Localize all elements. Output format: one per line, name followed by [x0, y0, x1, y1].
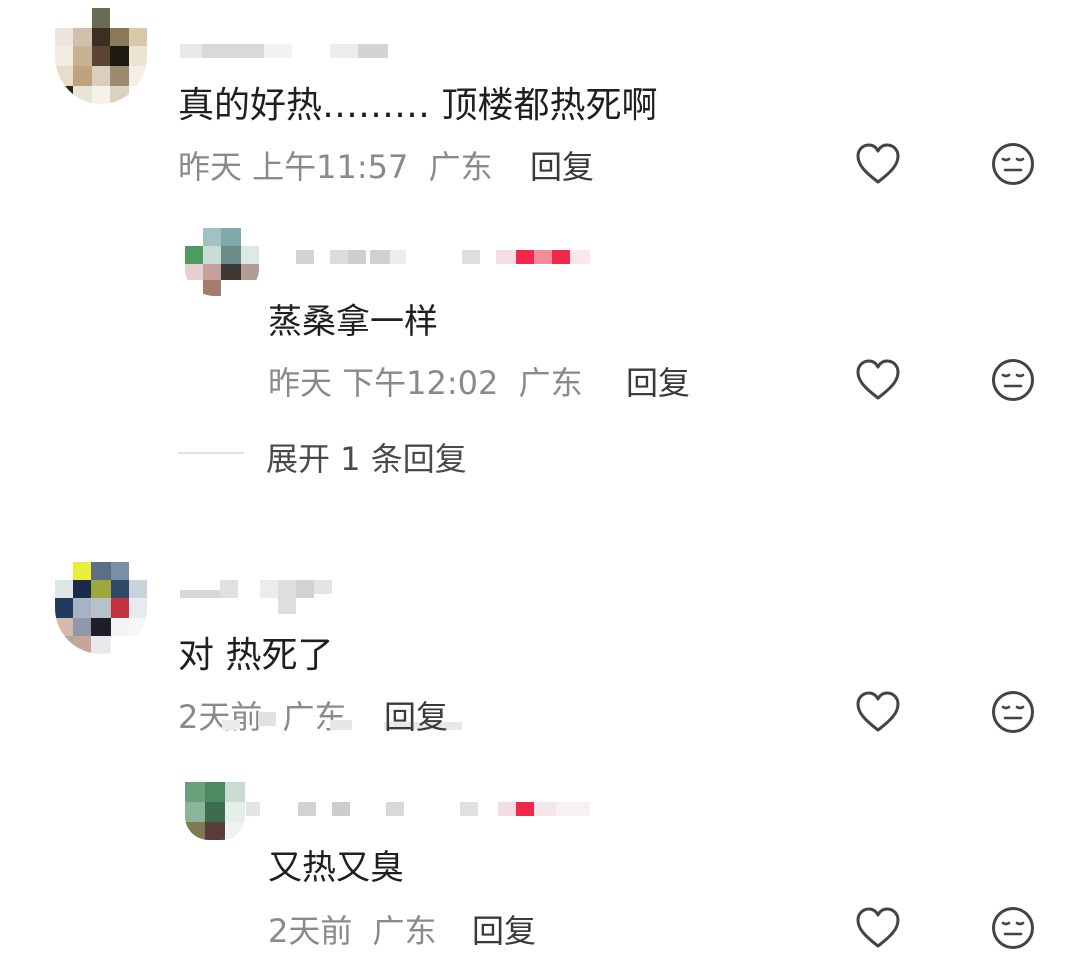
dislike-button[interactable] [991, 358, 1035, 402]
comment-time: 昨天 上午11:57 广东 [178, 142, 493, 188]
time-text: 2天前 [178, 698, 263, 736]
reply-text: 又热又臭 [268, 848, 404, 888]
heart-outline-icon [856, 907, 900, 948]
username-redacted[interactable] [246, 802, 596, 816]
avatar[interactable] [185, 228, 259, 296]
like-button[interactable] [855, 690, 901, 734]
like-button[interactable] [855, 358, 901, 402]
dislike-button[interactable] [991, 906, 1035, 950]
avatar[interactable] [185, 782, 245, 840]
redaction-smudge [330, 720, 352, 730]
heart-outline-icon [856, 359, 900, 400]
time-text: 昨天 下午12:02 [268, 364, 499, 402]
neutral-face-icon [992, 143, 1034, 185]
reply-button[interactable]: 回复 [530, 142, 594, 188]
time-text: 昨天 上午11:57 [178, 148, 409, 186]
location-text: 广东 [282, 698, 347, 736]
redaction-smudge [258, 712, 276, 726]
reply-button[interactable]: 回复 [626, 358, 690, 404]
username-redacted[interactable] [180, 44, 390, 58]
like-button[interactable] [855, 142, 901, 186]
location-text: 广东 [428, 148, 493, 186]
expand-replies-button[interactable]: 展开 1 条回复 [266, 434, 467, 480]
avatar[interactable] [55, 8, 147, 104]
expand-divider [178, 452, 244, 454]
avatar[interactable] [55, 562, 147, 654]
dislike-button[interactable] [991, 690, 1035, 734]
redaction-smudge [222, 720, 240, 730]
location-text: 广东 [518, 364, 583, 402]
location-text: 广东 [372, 912, 437, 950]
heart-outline-icon [856, 143, 900, 184]
time-text: 2天前 [268, 912, 353, 950]
reply-button[interactable]: 回复 [472, 906, 536, 952]
reply-button[interactable]: 回复 [384, 692, 448, 738]
reply-text: 蒸桑拿一样 [268, 302, 438, 342]
neutral-face-icon [992, 691, 1034, 733]
neutral-face-icon [992, 907, 1034, 949]
like-button[interactable] [855, 906, 901, 950]
comment-text: 对 热死了 [178, 635, 334, 676]
dislike-button[interactable] [991, 142, 1035, 186]
username-redacted[interactable] [180, 580, 340, 616]
reply-time: 2天前 广东 [268, 906, 437, 952]
neutral-face-icon [992, 359, 1034, 401]
comment-text: 真的好热……… 顶楼都热死啊 [178, 85, 658, 126]
reply-time: 昨天 下午12:02 广东 [268, 358, 583, 404]
username-redacted[interactable] [296, 250, 596, 264]
heart-outline-icon [856, 691, 900, 732]
